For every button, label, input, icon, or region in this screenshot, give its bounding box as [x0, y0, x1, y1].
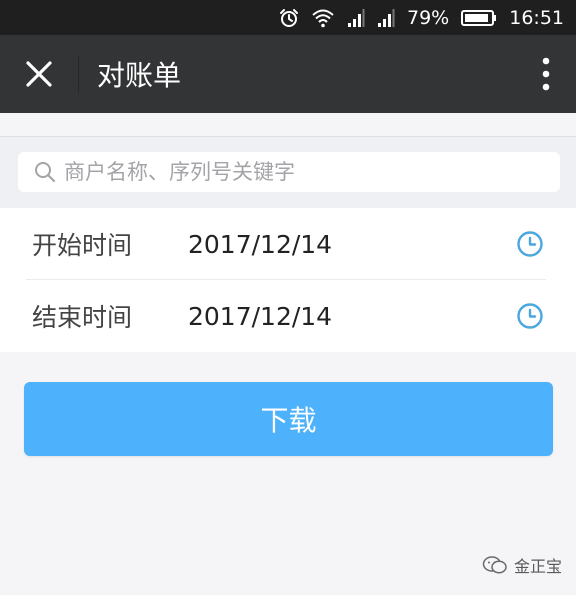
- watermark: 金正宝: [482, 553, 562, 577]
- end-time-picker[interactable]: [515, 301, 545, 331]
- title-divider: [78, 55, 79, 93]
- search-icon: [35, 162, 56, 183]
- status-bar: 79% 16:51: [0, 0, 576, 35]
- battery-icon: [461, 9, 497, 27]
- more-vertical-icon: [542, 57, 550, 91]
- clock-icon: [517, 231, 543, 257]
- date-range-panel: 开始时间 2017/12/14 结束时间 2017/12/14: [0, 208, 576, 352]
- close-icon: [26, 61, 52, 87]
- start-time-picker[interactable]: [515, 229, 545, 259]
- status-time: 16:51: [509, 6, 564, 29]
- alarm-icon: [279, 8, 299, 28]
- signal-icon: [377, 8, 395, 28]
- battery-percent: 79%: [407, 6, 450, 29]
- search-box[interactable]: [18, 152, 560, 192]
- clock-icon: [517, 303, 543, 329]
- page-title: 对账单: [97, 59, 182, 92]
- more-button[interactable]: [516, 35, 576, 113]
- end-time-label: 结束时间: [32, 303, 133, 332]
- search-area: [0, 136, 576, 208]
- wechat-icon: [482, 556, 507, 574]
- title-bar: 对账单: [0, 35, 576, 113]
- start-time-label: 开始时间: [32, 231, 133, 260]
- end-time-row[interactable]: 结束时间 2017/12/14: [0, 280, 576, 352]
- end-time-value[interactable]: 2017/12/14: [188, 302, 332, 331]
- start-time-value[interactable]: 2017/12/14: [188, 230, 332, 259]
- close-button[interactable]: [0, 35, 78, 113]
- download-button[interactable]: 下载: [24, 382, 553, 456]
- start-time-row[interactable]: 开始时间 2017/12/14: [0, 208, 576, 280]
- signal-icon: [347, 8, 365, 28]
- wifi-icon: [311, 8, 335, 28]
- search-input[interactable]: [64, 160, 534, 184]
- watermark-text: 金正宝: [513, 557, 562, 576]
